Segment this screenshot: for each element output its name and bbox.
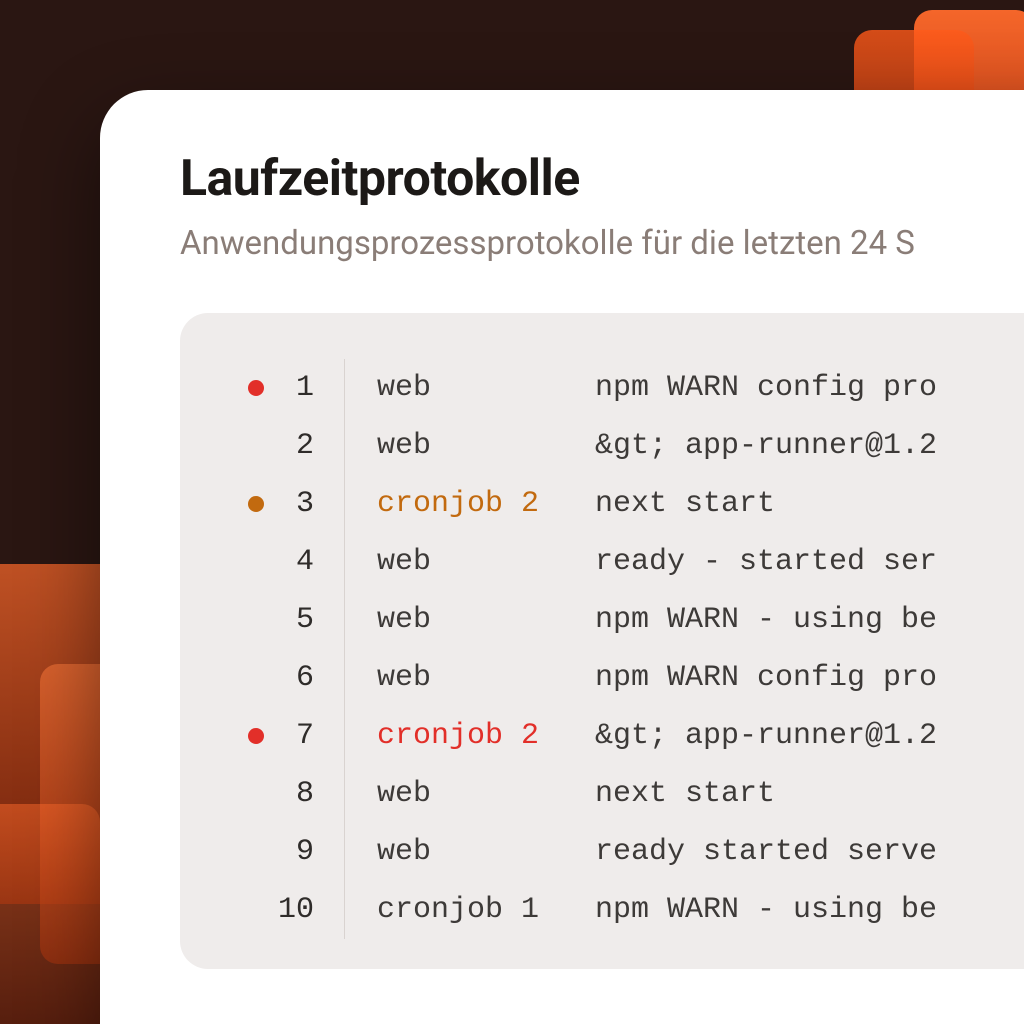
log-gutter: 2 (210, 417, 345, 475)
log-row[interactable]: 3 cronjob 2 next start (210, 475, 1024, 533)
process-name: web (345, 663, 595, 693)
log-row[interactable]: 5 web npm WARN - using be (210, 591, 1024, 649)
status-dot-icon (248, 496, 264, 512)
log-message: npm WARN - using be (595, 605, 937, 635)
log-message: npm WARN config pro (595, 373, 937, 403)
log-row[interactable]: 9 web ready started serve (210, 823, 1024, 881)
status-dot-icon (248, 728, 264, 744)
status-dot-icon (248, 438, 264, 454)
status-dot-icon (248, 902, 264, 918)
log-panel: 1 web npm WARN config pro 2 web &gt; app… (180, 313, 1024, 969)
log-gutter: 3 (210, 475, 345, 533)
log-message: next start (595, 779, 775, 809)
status-dot-icon (248, 554, 264, 570)
process-name: web (345, 547, 595, 577)
line-number: 6 (278, 663, 314, 693)
bg-decoration (0, 804, 100, 1024)
process-name: web (345, 837, 595, 867)
line-number: 9 (278, 837, 314, 867)
process-name: cronjob 1 (345, 895, 595, 925)
line-number: 5 (278, 605, 314, 635)
log-gutter: 4 (210, 533, 345, 591)
log-message: ready - started ser (595, 547, 937, 577)
process-name: cronjob 2 (345, 721, 595, 751)
process-name: web (345, 373, 595, 403)
log-row[interactable]: 8 web next start (210, 765, 1024, 823)
line-number: 2 (278, 431, 314, 461)
log-row[interactable]: 10 cronjob 1 npm WARN - using be (210, 881, 1024, 939)
line-number: 7 (278, 721, 314, 751)
log-message: &gt; app-runner@1.2 (595, 721, 937, 751)
status-dot-icon (248, 612, 264, 628)
log-gutter: 7 (210, 707, 345, 765)
log-gutter: 1 (210, 359, 345, 417)
line-number: 8 (278, 779, 314, 809)
log-message: next start (595, 489, 775, 519)
log-row[interactable]: 1 web npm WARN config pro (210, 359, 1024, 417)
log-row[interactable]: 6 web npm WARN config pro (210, 649, 1024, 707)
page-title: Laufzeitprotokolle (180, 150, 1024, 208)
log-row[interactable]: 7 cronjob 2 &gt; app-runner@1.2 (210, 707, 1024, 765)
log-message: npm WARN - using be (595, 895, 937, 925)
log-gutter: 9 (210, 823, 345, 881)
process-name: web (345, 605, 595, 635)
line-number: 3 (278, 489, 314, 519)
line-number: 1 (278, 373, 314, 403)
log-row[interactable]: 2 web &gt; app-runner@1.2 (210, 417, 1024, 475)
log-message: &gt; app-runner@1.2 (595, 431, 937, 461)
process-name: web (345, 431, 595, 461)
log-message: ready started serve (595, 837, 937, 867)
log-gutter: 8 (210, 765, 345, 823)
status-dot-icon (248, 380, 264, 396)
log-gutter: 6 (210, 649, 345, 707)
line-number: 4 (278, 547, 314, 577)
status-dot-icon (248, 844, 264, 860)
logs-card: Laufzeitprotokolle Anwendungsprozessprot… (100, 90, 1024, 1024)
log-row[interactable]: 4 web ready - started ser (210, 533, 1024, 591)
process-name: web (345, 779, 595, 809)
log-message: npm WARN config pro (595, 663, 937, 693)
process-name: cronjob 2 (345, 489, 595, 519)
line-number: 10 (278, 895, 314, 925)
status-dot-icon (248, 670, 264, 686)
log-gutter: 5 (210, 591, 345, 649)
page-subtitle: Anwendungsprozessprotokolle für die letz… (180, 224, 1024, 263)
log-gutter: 10 (210, 881, 345, 939)
status-dot-icon (248, 786, 264, 802)
